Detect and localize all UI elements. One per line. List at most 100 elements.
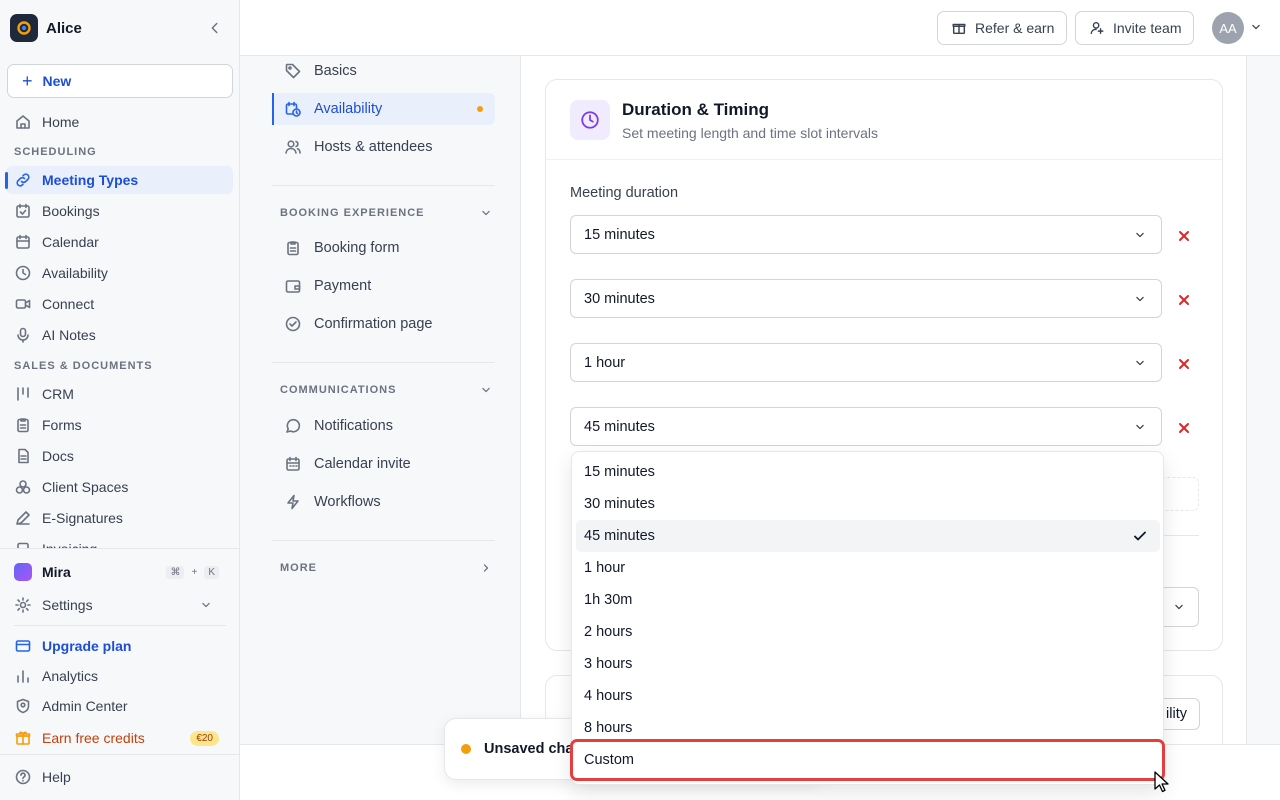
sidebar-item-e-signatures[interactable]: E-Signatures [6,504,233,532]
option-label: 15 minutes [584,464,655,480]
sidebar-item-connect[interactable]: Connect [6,290,233,318]
refer-earn-button[interactable]: Refer & earn [937,11,1068,45]
dropdown-option[interactable]: 2 hours [576,616,1160,648]
subnav-item-calendar-invite[interactable]: Calendar invite [272,448,495,480]
sidebar-item-ai-notes[interactable]: AI Notes [6,321,233,349]
dropdown-option[interactable]: 3 hours [576,648,1160,680]
select-value: 45 minutes [584,418,655,435]
sidebar-item-label: E-Signatures [42,510,123,526]
subnav-item-booking-form[interactable]: Booking form [272,232,495,264]
option-label: 30 minutes [584,496,655,512]
credits-badge: €20 [190,730,219,746]
remove-duration-1-icon[interactable] [1177,229,1191,243]
mira-icon [14,563,32,581]
subnav-item-basics[interactable]: Basics [272,55,495,87]
dropdown-option-selected[interactable]: 45 minutes [576,520,1160,552]
gift-icon [952,23,966,35]
sidebar-item-docs[interactable]: Docs [6,442,233,470]
subnav-item-payment[interactable]: Payment [272,270,495,302]
duration-select-2[interactable]: 30 minutes [570,279,1162,318]
duration-select-1[interactable]: 15 minutes [570,215,1162,254]
sidebar-item-forms[interactable]: Forms [6,411,233,439]
subnav-item-workflows[interactable]: Workflows [272,486,495,518]
sidebar-item-settings[interactable]: Settings [6,591,233,619]
remove-duration-2-icon[interactable] [1177,293,1191,307]
divider [272,362,495,363]
shield-user-icon [16,698,30,714]
sidebar-item-help[interactable]: Help [6,763,233,791]
subnav-item-confirmation[interactable]: Confirmation page [272,308,495,340]
section-communications[interactable]: COMMUNICATIONS [280,383,495,397]
dropdown-option[interactable]: 1h 30m [576,584,1160,616]
dropdown-option[interactable]: 4 hours [576,680,1160,712]
button-label: ility [1166,706,1187,722]
mira-shortcut: ⌘ + K [166,565,219,579]
topbar: Refer & earn Invite team AA [240,0,1280,56]
subnav-item-hosts[interactable]: Hosts & attendees [272,131,495,163]
calendar-icon [16,234,30,249]
sidebar-item-admin-center[interactable]: Admin Center [6,692,233,720]
message-circle-icon [286,418,301,433]
sidebar-item-upgrade-plan[interactable]: Upgrade plan [6,632,233,660]
duration-select-3[interactable]: 1 hour [570,343,1162,382]
clock-icon [15,265,31,281]
subnav-item-label: Workflows [314,494,381,510]
select-value: 30 minutes [584,290,655,307]
lightning-icon [287,494,299,510]
workspace-switcher[interactable]: Alice [10,13,230,43]
sidebar-item-earn-credits[interactable]: Earn free credits €20 [6,724,233,752]
plus-icon: + [22,70,33,91]
dropdown-option[interactable]: 15 minutes [576,456,1160,488]
duration-dropdown: 15 minutes 30 minutes 45 minutes 1 hour … [571,451,1164,785]
sidebar-item-home[interactable]: Home [6,108,233,136]
check-circle-icon [285,316,301,332]
meeting-duration-label: Meeting duration [570,185,679,201]
sidebar-item-bookings[interactable]: Bookings [6,197,233,225]
remove-duration-3-icon[interactable] [1177,357,1191,371]
sidebar-item-availability[interactable]: Availability [6,259,233,287]
remove-duration-4-icon[interactable] [1177,421,1191,435]
tag-icon [285,63,301,79]
sidebar-item-meeting-types[interactable]: Meeting Types [5,166,233,194]
card-title: Duration & Timing [622,100,770,119]
subnav-item-availability[interactable]: Availability [272,93,495,125]
avatar[interactable]: AA [1212,12,1244,44]
calendar-icon [286,456,300,471]
chevron-down-icon[interactable] [1249,20,1263,34]
sidebar-item-calendar[interactable]: Calendar [6,228,233,256]
duration-select-4[interactable]: 45 minutes [570,407,1162,446]
sidebar-item-label: Calendar [42,234,99,250]
meeting-type-settings-nav: Basics Availability Hosts & attendees BO… [240,56,521,800]
clock-icon [570,100,610,140]
new-label: New [42,73,72,89]
invite-team-label: Invite team [1113,20,1182,36]
new-button[interactable]: + New [7,64,233,98]
sidebar-item-label: Meeting Types [42,172,139,188]
sidebar-footer: Mira ⌘ + K Settings Upgrade plan Analytics… [0,548,239,800]
subnav-item-label: Calendar invite [314,456,411,472]
option-label: 4 hours [584,688,633,704]
chevron-down-icon [482,387,490,393]
subnav-item-notifications[interactable]: Notifications [272,410,495,442]
section-booking-experience[interactable]: BOOKING EXPERIENCE [280,206,495,220]
section-more[interactable]: MORE [280,561,495,575]
cubes-icon [15,480,31,494]
card-header: Duration & Timing Set meeting length and… [546,80,1222,160]
sidebar-item-label: Analytics [42,668,99,684]
invite-team-button[interactable]: Invite team [1075,11,1195,45]
kbd-plus: + [191,566,198,578]
subnav-item-label: Basics [314,63,357,79]
sidebar-item-mira[interactable]: Mira ⌘ + K [6,558,233,586]
dropdown-option[interactable]: 1 hour [576,552,1160,584]
chevron-down-icon [1136,424,1144,430]
dropdown-option[interactable]: 30 minutes [576,488,1160,520]
video-icon [15,299,31,309]
sidebar-item-label: Earn free credits [42,730,145,746]
sidebar-item-crm[interactable]: CRM [6,380,233,408]
collapse-sidebar-icon[interactable] [207,20,223,36]
sidebar-item-analytics[interactable]: Analytics [6,662,233,690]
workspace-name: Alice [46,19,82,37]
sidebar-item-label: Connect [42,296,95,312]
sidebar-item-invoicing[interactable]: Invoicing [6,535,233,549]
sidebar-item-client-spaces[interactable]: Client Spaces [6,473,233,501]
